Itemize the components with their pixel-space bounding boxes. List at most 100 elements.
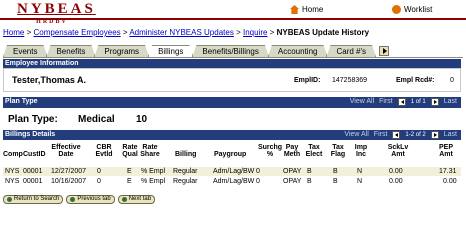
empl-id-value: 147258369 (332, 77, 368, 84)
billings-column-headers: Comp CustID Effective Date CBR Evtld Rat… (3, 142, 461, 166)
header-divider (0, 18, 466, 20)
cell-effective-date: 10/16/2007 (51, 178, 87, 185)
next-tab-icon (121, 197, 127, 202)
empl-id-label: EmplID: (294, 77, 321, 84)
billings-last-link[interactable]: Last (444, 130, 457, 140)
cell-comp: NYS (5, 178, 20, 185)
search-icon (7, 197, 12, 202)
breadcrumb-home[interactable]: Home (3, 28, 24, 37)
billings-header: Billings Details View All First 1-2 of 2… (3, 130, 461, 140)
cell-custid: 00001 (23, 168, 43, 175)
tab-underline (3, 57, 463, 58)
breadcrumb-inquire[interactable]: Inquire (243, 28, 267, 37)
tab-billings[interactable]: Billings (148, 45, 193, 57)
cell-imp-inc: N (357, 178, 363, 185)
empl-rcd-label: Empl Rcd#: (396, 77, 435, 84)
plan-count: 1 of 1 (410, 99, 426, 105)
cell-tax-elect: B (307, 168, 312, 175)
previous-tab-label: Previous tab (77, 196, 111, 202)
col-custid: CustID (23, 151, 46, 158)
breadcrumb-sep: > (26, 28, 32, 37)
plan-type-header: Plan Type View All First 1 of 1 Last (3, 97, 461, 108)
plan-first-link[interactable]: First (379, 97, 393, 107)
tab-scroll-right-icon[interactable] (379, 46, 390, 56)
tab-programs[interactable]: Programs (94, 45, 149, 57)
cell-paygroup: Adm/Lag/BW (213, 168, 255, 175)
home-label: Home (302, 5, 324, 14)
billings-count: 1-2 of 2 (405, 132, 426, 138)
breadcrumb-current: NYBEAS Update History (276, 28, 370, 37)
tab-bar: Events Benefits Programs Billings Benefi… (3, 45, 390, 57)
return-to-search-button[interactable]: Return to Search (3, 195, 64, 204)
cell-surchg: 0 (256, 168, 260, 175)
tab-accounting[interactable]: Accounting (268, 45, 328, 57)
billing-row-2: NYS 00001 10/16/2007 0 E % Empl Regular … (3, 177, 461, 186)
col-tax-elect: Tax Elect (305, 144, 323, 158)
worklist-link[interactable]: Worklist (392, 5, 432, 14)
billings-title: Billings Details (5, 131, 56, 138)
breadcrumb-sep: > (236, 28, 241, 37)
home-icon (290, 5, 299, 14)
cell-tax-flag: B (333, 168, 338, 175)
cell-billing: Regular (173, 168, 198, 175)
cell-custid: 00001 (23, 178, 43, 185)
cell-rate-qual: E (127, 178, 132, 185)
breadcrumb: Home > Compensate Employees > Administer… (3, 28, 369, 37)
next-tab-label: Next tab (128, 196, 152, 202)
cell-effective-date: 12/27/2007 (51, 168, 87, 175)
col-rate-share: Rate Share (140, 144, 160, 158)
cell-rate-share: % Empl (141, 168, 166, 175)
tab-benefits[interactable]: Benefits (46, 45, 95, 57)
col-tax-flag: Tax Flag (330, 144, 346, 158)
plan-type-value: Medical (78, 114, 115, 125)
col-scklv-amt: SckLv Amt (387, 144, 409, 158)
tab-card-numbers[interactable]: Card #'s (326, 45, 376, 57)
cell-comp: NYS (5, 168, 20, 175)
cell-pay-meth: OPAY (283, 168, 302, 175)
logo-main-text: NYBEAS (17, 1, 96, 17)
billings-view-all-link[interactable]: View All (344, 130, 368, 140)
breadcrumb-sep: > (122, 28, 128, 37)
nybeas-logo: NYBEAS HRDBV (17, 1, 96, 26)
bottom-button-bar: Return to Search Previous tab Next tab (3, 195, 156, 204)
breadcrumb-administer-nybeas-updates[interactable]: Administer NYBEAS Updates (129, 28, 234, 37)
billing-row-1: NYS 00001 12/27/2007 0 E % Empl Regular … (3, 167, 461, 176)
plan-type-title: Plan Type (5, 98, 38, 105)
plan-last-link[interactable]: Last (444, 97, 457, 107)
plan-next-icon[interactable] (430, 98, 439, 106)
tab-events[interactable]: Events (3, 45, 47, 57)
previous-tab-button[interactable]: Previous tab (66, 195, 115, 204)
breadcrumb-sep: > (269, 28, 275, 37)
cell-tax-flag: B (333, 178, 338, 185)
empl-rcd-value: 0 (450, 77, 454, 84)
worklist-label: Worklist (404, 5, 433, 14)
plan-type-code: 10 (136, 114, 148, 125)
cell-pay-meth: OPAY (283, 178, 302, 185)
col-paygroup: Paygroup (214, 151, 247, 158)
cell-rate-qual: E (127, 168, 132, 175)
billings-next-icon[interactable] (430, 131, 439, 139)
cell-tax-elect: B (307, 178, 312, 185)
billings-prev-icon[interactable] (392, 131, 401, 139)
home-link[interactable]: Home (290, 5, 323, 14)
tab-benefits-billings[interactable]: Benefits/Billings (192, 45, 268, 57)
plan-type-label: Plan Type: (8, 114, 58, 125)
employee-name: Tester,Thomas A. (12, 75, 87, 85)
cell-rate-share: % Empl (141, 178, 166, 185)
cell-cbr-evtld: 0 (97, 178, 101, 185)
col-pay-meth: Pay Meth (283, 144, 301, 158)
previous-tab-icon (70, 197, 76, 202)
plan-view-all-link[interactable]: View All (350, 97, 374, 107)
cell-scklv-amt: 0.00 (389, 168, 403, 175)
cell-paygroup: Adm/Lag/BW (213, 178, 255, 185)
cell-cbr-evtld: 0 (97, 168, 101, 175)
next-tab-button[interactable]: Next tab (117, 195, 156, 204)
worklist-icon (392, 5, 401, 14)
cell-surchg: 0 (256, 178, 260, 185)
plan-prev-icon[interactable] (397, 98, 406, 106)
billings-first-link[interactable]: First (374, 130, 388, 140)
col-imp-inc: Imp Inc (354, 144, 368, 158)
breadcrumb-compensate-employees[interactable]: Compensate Employees (33, 28, 120, 37)
col-pep-amt: PEP Amt (438, 144, 453, 158)
col-rate-qual: Rate Qual (122, 144, 138, 158)
